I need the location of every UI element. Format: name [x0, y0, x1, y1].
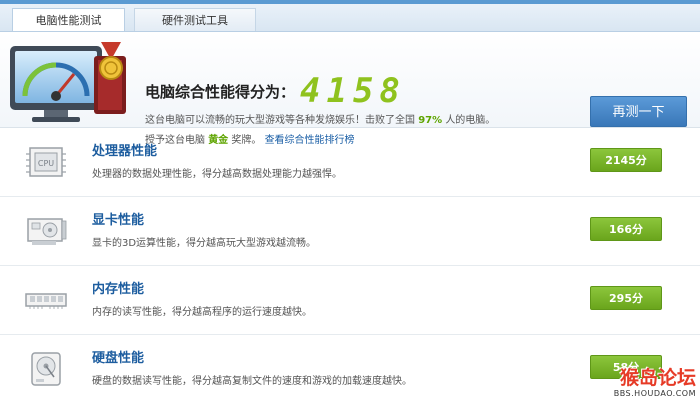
hard-disk-description: 硬盘的数据读写性能，得分越高复制文件的速度和游戏的加载速度越快。: [92, 376, 412, 387]
cpu-score-badge: 2145分: [590, 148, 662, 172]
graphics-card-icon: [27, 218, 67, 245]
list-item-cpu: CPU 处理器性能 处理器的数据处理性能，得分越高数据处理能力越强悍。 2145…: [0, 128, 700, 197]
summary-description: 这台电脑可以流畅的玩大型游戏等各种发烧娱乐！击败了全国 97% 人的电脑。: [145, 114, 495, 128]
summary-line1-text: 这台电脑可以流畅的玩大型游戏等各种发烧娱乐！击败了全国: [145, 115, 415, 126]
svg-text:CPU: CPU: [38, 159, 54, 168]
tab-pc-performance-test[interactable]: 电脑性能测试: [12, 8, 125, 31]
cpu-title: 处理器性能: [92, 144, 158, 159]
tab-bar: 电脑性能测试 硬件测试工具: [0, 4, 700, 32]
hard-disk-title: 硬盘性能: [92, 351, 145, 366]
hard-disk-icon: [31, 352, 61, 386]
hard-disk-score-badge: 58分: [590, 355, 662, 379]
retest-button[interactable]: 再测一下: [590, 96, 687, 127]
performance-gauge-icon: [10, 42, 126, 122]
list-item-graphics-card: 显卡性能 显卡的3D运算性能，得分越高玩大型游戏越流畅。 166分: [0, 197, 700, 266]
beat-percent: 97%: [418, 115, 443, 126]
summary-line1-suffix: 人的电脑。: [445, 115, 496, 126]
memory-score-badge: 295分: [590, 286, 662, 310]
overall-score-value: 4158: [300, 71, 406, 111]
memory-description: 内存的读写性能，得分越高程序的运行速度越快。: [92, 307, 312, 318]
score-summary-panel: 电脑综合性能得分为： 4158 这台电脑可以流畅的玩大型游戏等各种发烧娱乐！击败…: [0, 32, 700, 146]
graphics-card-title: 显卡性能: [92, 213, 145, 228]
list-item-hard-disk: 硬盘性能 硬盘的数据读写性能，得分越高复制文件的速度和游戏的加载速度越快。 58…: [0, 335, 700, 403]
memory-title: 内存性能: [92, 282, 145, 297]
list-item-memory: 内存性能 内存的读写性能，得分越高程序的运行速度越快。 295分: [0, 266, 700, 335]
tab-hardware-test-tools[interactable]: 硬件测试工具: [134, 8, 256, 31]
graphics-card-description: 显卡的3D运算性能，得分越高玩大型游戏越流畅。: [92, 238, 317, 249]
memory-icon: [25, 293, 67, 309]
cpu-icon: CPU: [26, 147, 66, 177]
overall-score-title: 电脑综合性能得分为：: [145, 83, 296, 101]
cpu-description: 处理器的数据处理性能，得分越高数据处理能力越强悍。: [92, 169, 342, 180]
graphics-card-score-badge: 166分: [590, 217, 662, 241]
